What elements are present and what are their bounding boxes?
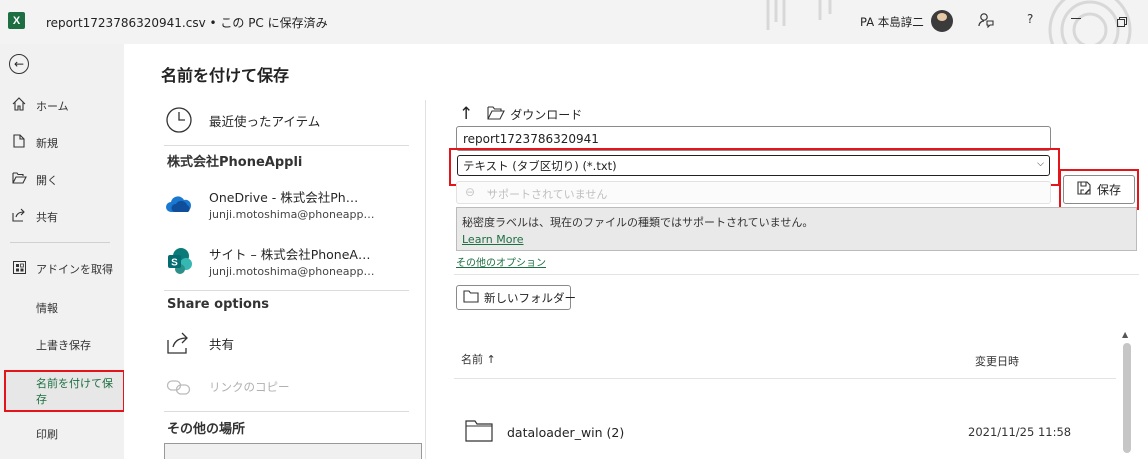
- location-email: junji.motoshima@phoneapp…: [209, 208, 375, 221]
- divider: [454, 274, 1139, 275]
- new-folder-button[interactable]: 新しいフォルダー: [456, 285, 576, 310]
- page-title: 名前を付けて保存: [161, 66, 290, 85]
- pane-divider: [425, 100, 426, 459]
- home-icon: [10, 97, 28, 115]
- nav-item-label: ホーム: [36, 100, 69, 113]
- user-name[interactable]: PA 本島諄二: [860, 14, 924, 30]
- divider: [164, 145, 409, 146]
- excel-logo-icon: X: [8, 12, 25, 29]
- scroll-up-icon[interactable]: ▲: [1122, 330, 1128, 339]
- avatar[interactable]: [931, 10, 953, 32]
- divider: [454, 378, 1116, 379]
- column-header-date[interactable]: 変更日時: [975, 353, 1019, 369]
- location-this-pc[interactable]: [164, 443, 422, 459]
- new-icon: [10, 134, 28, 152]
- column-header-name[interactable]: 名前 ↑: [461, 351, 496, 367]
- share-icon: [164, 328, 194, 358]
- nav-item-save[interactable]: 上書き保存: [36, 337, 91, 353]
- addins-icon: [10, 260, 28, 278]
- clock-icon: [164, 105, 194, 135]
- nav-item-label: 共有: [36, 211, 58, 224]
- nav-item-save-as[interactable]: 名前を付けて保存: [4, 370, 125, 412]
- nav-item-label: アドインを取得: [36, 263, 113, 276]
- nav-item-info[interactable]: 情報: [36, 300, 58, 316]
- share-option-copy-link: リンクのコピー: [164, 372, 290, 402]
- share-options-header: Share options: [167, 297, 269, 312]
- nav-item-share[interactable]: 共有: [0, 200, 124, 234]
- location-sites[interactable]: S サイト – 株式会社PhoneA… junji.motoshima@phon…: [164, 244, 374, 278]
- window-title: report1723786320941.csv • この PC に保存済み: [46, 16, 328, 30]
- sharepoint-icon: S: [164, 246, 194, 276]
- divider: [164, 290, 409, 291]
- title-bar: X report1723786320941.csv • この PC に保存済み …: [0, 0, 1148, 44]
- location-recent[interactable]: 最近使ったアイテム: [164, 105, 320, 135]
- share-option-share[interactable]: 共有: [164, 328, 234, 358]
- divider: [164, 411, 409, 412]
- save-button[interactable]: 保存: [1063, 175, 1135, 204]
- folder-icon: [465, 420, 493, 445]
- save-label: 保存: [1096, 183, 1121, 197]
- folder-open-icon: [487, 105, 506, 123]
- nav-item-label: 新規: [36, 137, 58, 150]
- location-onedrive[interactable]: OneDrive - 株式会社Ph… junji.motoshima@phone…: [164, 187, 374, 221]
- sensitivity-icon: ⊖: [465, 185, 476, 199]
- org-header: 株式会社PhoneAppli: [167, 155, 303, 170]
- location-email: junji.motoshima@phoneapp…: [209, 265, 375, 278]
- share-label: 共有: [209, 336, 235, 352]
- learn-more-link[interactable]: Learn More: [462, 233, 524, 246]
- backstage-nav: ← ホーム 新規 開く 共有 アドインを取得 情報 上書き保存 名前を付けて保存…: [0, 44, 125, 459]
- breadcrumb: ↑ ダウンロード: [459, 104, 582, 124]
- current-folder[interactable]: ダウンロード: [510, 106, 582, 123]
- decorative-pattern: [766, 0, 1132, 44]
- chevron-down-icon: ⌵: [487, 187, 494, 197]
- notice-text: 秘密度ラベルは、現在のファイルの種類ではサポートされていません。: [462, 216, 814, 229]
- new-folder-label: 新しいフォルダー: [484, 290, 576, 305]
- save-as-panel: 名前を付けて保存 最近使ったアイテム 株式会社PhoneAppli OneDri…: [124, 44, 1148, 459]
- save-icon: [1077, 180, 1091, 199]
- feedback-icon[interactable]: [978, 12, 994, 32]
- chevron-down-icon: ⌵: [1037, 159, 1044, 169]
- nav-item-label: 開く: [36, 174, 58, 187]
- restore-icon[interactable]: [1117, 15, 1127, 31]
- open-icon: [10, 172, 28, 188]
- file-row-name[interactable]: dataloader_win (2): [507, 425, 624, 440]
- onedrive-icon: [164, 189, 194, 219]
- copy-link-label: リンクのコピー: [209, 380, 290, 394]
- location-label: サイト – 株式会社PhoneA…: [209, 247, 371, 262]
- file-type-value: テキスト (タブ区切り) (*.txt): [463, 159, 617, 173]
- sensitivity-select: ⊖ サポートされていません ⌵: [456, 181, 1051, 204]
- minimize-icon[interactable]: [1071, 18, 1081, 19]
- nav-divider: [10, 242, 110, 243]
- location-label: 最近使ったアイテム: [209, 113, 321, 129]
- share-icon: [10, 208, 28, 226]
- nav-item-home[interactable]: ホーム: [0, 89, 124, 123]
- file-type-select[interactable]: テキスト (タブ区切り) (*.txt) ⌵: [457, 155, 1050, 176]
- other-locations-header: その他の場所: [167, 422, 246, 437]
- nav-item-label: 名前を付けて保存: [36, 377, 113, 406]
- folder-icon: [463, 289, 479, 306]
- back-arrow-icon[interactable]: ←: [9, 54, 29, 74]
- link-icon: [164, 372, 194, 402]
- scrollbar-thumb[interactable]: [1123, 343, 1131, 453]
- location-label: OneDrive - 株式会社Ph…: [209, 190, 359, 205]
- more-options-link[interactable]: その他のオプション: [456, 254, 546, 269]
- nav-item-new[interactable]: 新規: [0, 126, 124, 160]
- svg-text:S: S: [171, 258, 178, 269]
- file-row-date: 2021/11/25 11:58: [968, 425, 1072, 439]
- sensitivity-notice: 秘密度ラベルは、現在のファイルの種類ではサポートされていません。 Learn M…: [456, 207, 1137, 251]
- nav-item-print[interactable]: 印刷: [36, 426, 58, 442]
- up-arrow-icon[interactable]: ↑: [459, 104, 473, 124]
- nav-item-open[interactable]: 開く: [0, 163, 124, 197]
- nav-item-addins[interactable]: アドインを取得: [0, 252, 124, 286]
- help-icon[interactable]: ?: [1027, 12, 1033, 26]
